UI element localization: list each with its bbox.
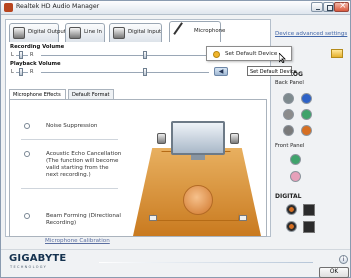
subtab-microphone-effects[interactable]: Microphone Effects [9,89,66,99]
divider [21,139,118,140]
playback-volume-label: Playback Volume [10,61,61,67]
line-in-icon [69,27,81,39]
microphone-icon [173,22,193,42]
digital-heading: DIGITAL [275,193,302,200]
tab-label: Microphone [194,28,226,34]
right-label: R [30,52,34,58]
jack-orange[interactable] [301,125,312,136]
recording-volume-slider[interactable] [143,51,147,59]
playback-volume-slider[interactable] [143,68,147,76]
tab-digital-output[interactable]: Digital Output [9,23,66,42]
listener-icon [183,185,213,215]
gigabyte-logo: GIGABYTE [9,253,67,264]
footer-line [99,262,313,263]
divider [21,188,118,189]
tab-label: Digital Output [28,29,66,35]
speaker-icon [230,133,239,144]
gigabyte-logo-subtitle: TECHNOLOGY [10,265,48,269]
monitor-stand [191,155,205,160]
digital-coax-jack[interactable] [286,221,297,232]
echo-cancellation-radio[interactable] [24,151,30,157]
maximize-button[interactable] [323,2,334,12]
info-button[interactable]: i [339,255,348,264]
device-advanced-settings-link[interactable]: Device advanced settings [275,31,347,38]
menu-item-set-default-device[interactable]: Set Default Device [225,51,277,57]
echo-cancellation-label: Acoustic Echo Cancellation (The function… [46,151,122,178]
jack-gray[interactable] [283,93,294,104]
jack-gray[interactable] [283,125,294,136]
beam-forming-radio[interactable] [24,213,30,219]
balance-slider[interactable] [19,51,23,59]
jack-blue[interactable] [301,93,312,104]
tooltip: Set Default Device [247,66,297,76]
front-panel-label: Front Panel [275,143,305,149]
folder-icon[interactable] [331,49,343,58]
digital-optical-jack[interactable] [303,221,315,233]
digital-optical-jack[interactable] [303,204,315,216]
app-icon [4,3,13,12]
noise-suppression-label: Noise Suppression [46,123,98,129]
left-label: L [11,52,14,58]
jack-gray[interactable] [283,109,294,120]
subtab-default-format[interactable]: Default Format [68,89,114,99]
default-device-icon [213,51,220,58]
close-button[interactable] [334,1,349,12]
tab-line-in[interactable]: Line In [65,23,105,42]
playback-balance-slider[interactable] [19,68,23,76]
beam-forming-label: Beam Forming (Directional Recording) [46,213,121,226]
right-label: R [30,69,34,75]
left-label: L [11,69,14,75]
minimize-button[interactable] [311,2,323,12]
window-title: Realtek HD Audio Manager [16,3,100,10]
speaker-icon [157,133,166,144]
jack-green[interactable] [290,154,301,165]
monitor-icon [171,121,225,155]
mouse-cursor-icon [279,53,286,63]
playback-volume-track [41,72,209,73]
playback-mute-button[interactable]: ◀ [214,67,228,76]
tab-label: Digital Input [128,29,162,35]
digital-coax-jack[interactable] [286,204,297,215]
digital-input-icon [113,27,125,39]
noise-suppression-radio[interactable] [24,123,30,129]
audio-manager-window: Realtek HD Audio Manager Digital Output … [0,0,351,278]
small-speaker-icon [239,215,247,221]
jack-pink[interactable] [290,171,301,182]
microphone-calibration-link[interactable]: Microphone Calibration [45,238,110,244]
jack-green[interactable] [301,109,312,120]
small-speaker-icon [149,215,157,221]
digital-output-icon [13,27,25,39]
title-bar: Realtek HD Audio Manager [1,1,350,15]
tab-label: Line In [84,29,102,35]
tab-digital-input[interactable]: Digital Input [109,23,162,42]
ok-button[interactable]: OK [319,267,349,278]
sub-tabs: Microphone Effects Default Format [9,89,267,99]
recording-volume-label: Recording Volume [10,44,65,50]
tab-microphone[interactable]: Microphone [169,21,225,42]
recording-volume-track [41,55,209,56]
back-panel-label: Back Panel [275,80,304,86]
